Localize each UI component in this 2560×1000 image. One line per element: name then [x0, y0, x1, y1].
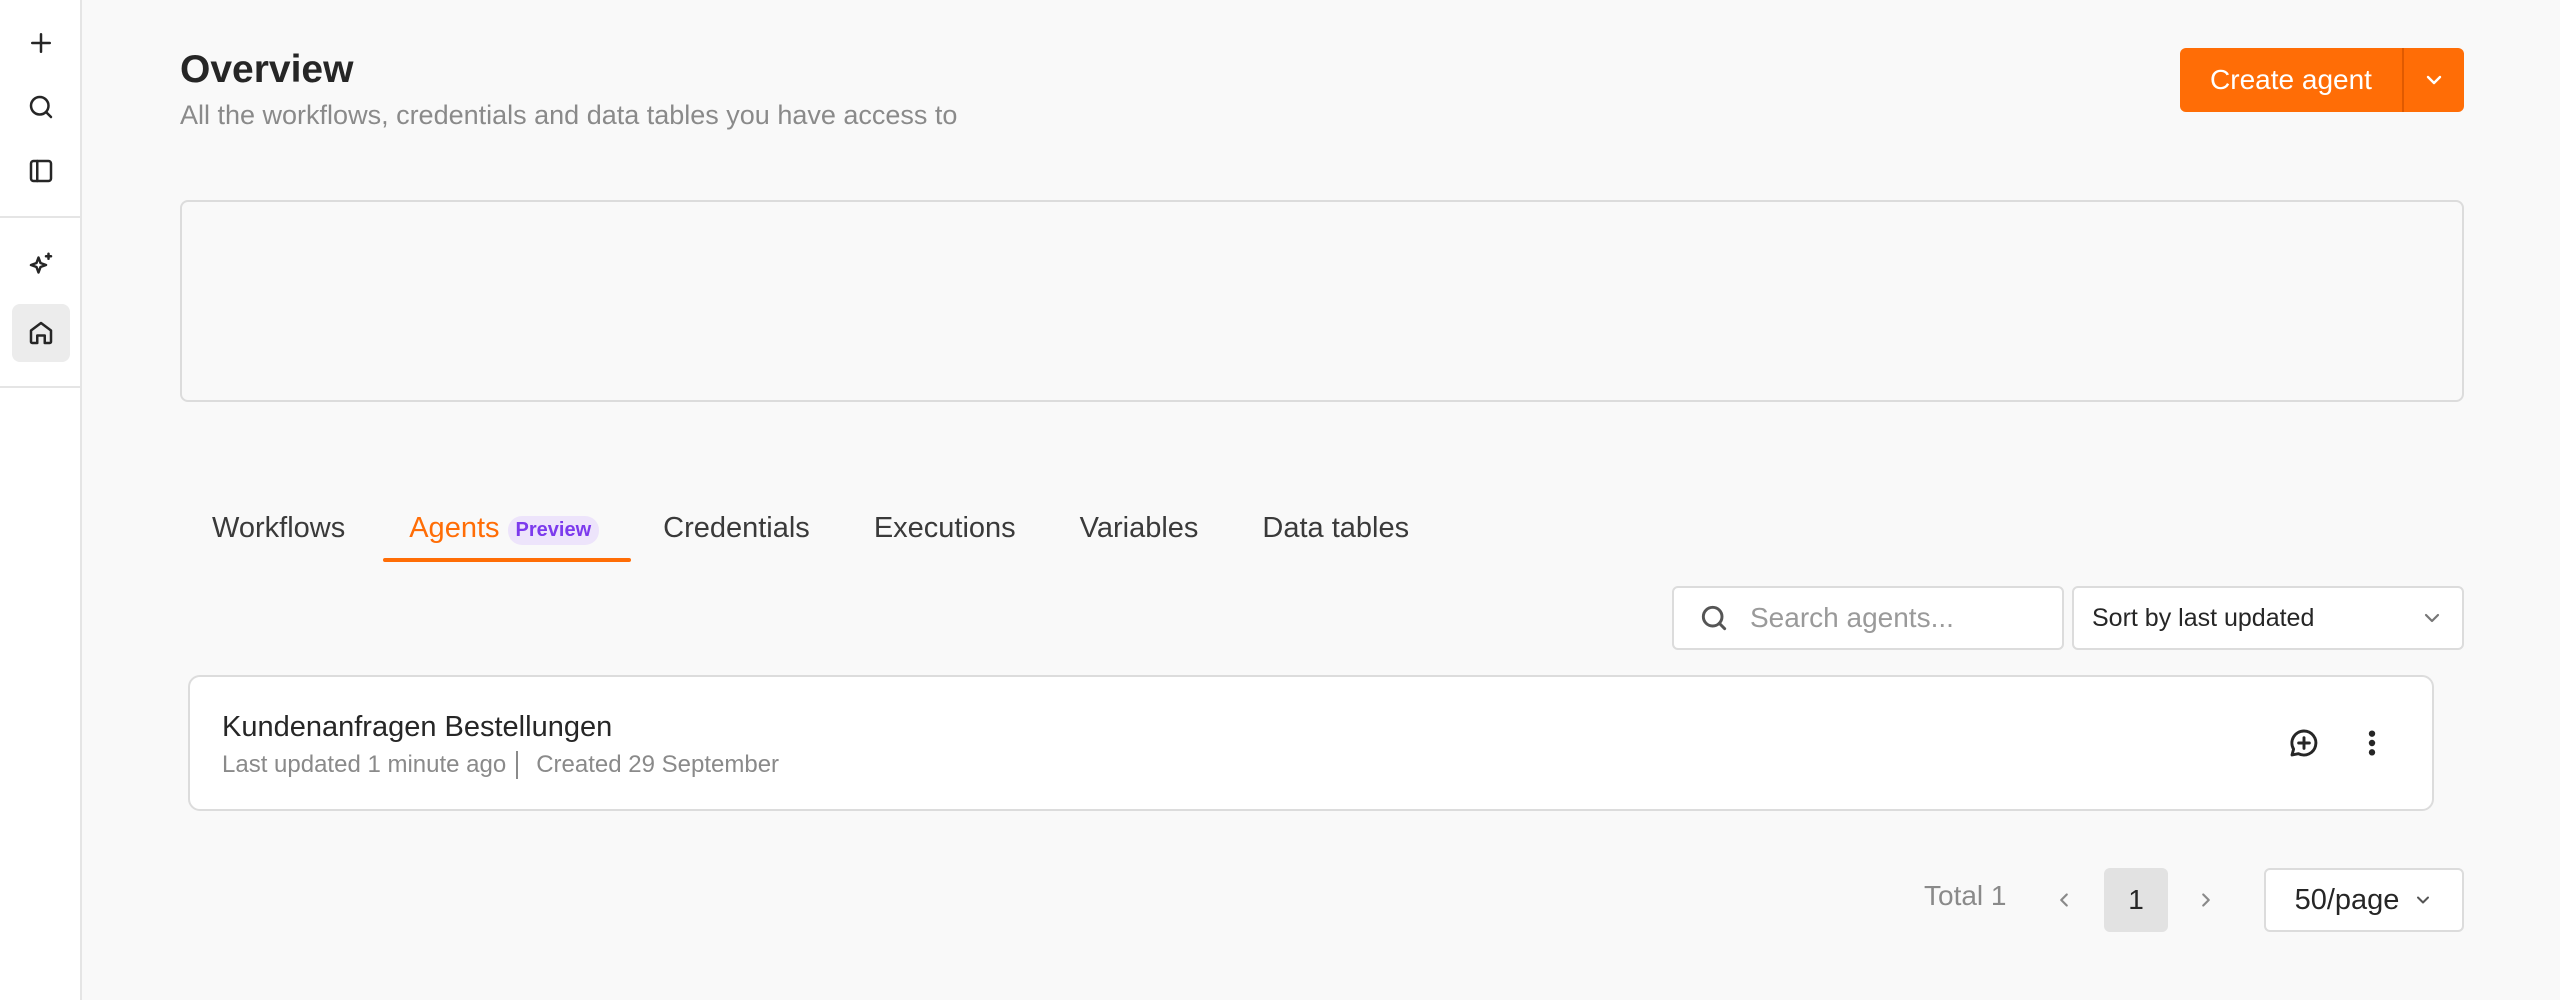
sort-value: Sort by last updated	[2092, 603, 2315, 632]
agent-card[interactable]: Kundenanfragen Bestellungen Last updated…	[188, 675, 2434, 811]
agent-name[interactable]: Kundenanfragen Bestellungen	[222, 711, 612, 744]
chevron-down-icon	[2417, 896, 2430, 904]
sidebar-item-home[interactable]	[12, 304, 70, 362]
tab-bar: Workflows Agents Preview Credentials Exec…	[180, 498, 1441, 564]
prev-page-button[interactable]	[2046, 880, 2082, 920]
search-button[interactable]	[12, 78, 70, 136]
tab-label: Workflows	[212, 512, 346, 544]
sidebar-divider	[0, 216, 80, 218]
chevron-right-icon	[2202, 893, 2210, 907]
create-options-dropdown[interactable]	[2402, 48, 2464, 112]
total-count: Total 1	[1924, 880, 2007, 911]
preview-badge: Preview	[507, 516, 600, 545]
agent-meta: Last updated 1 minute ago Created 29 Sep…	[222, 751, 779, 779]
toggle-sidebar-button[interactable]	[12, 142, 70, 200]
chevron-down-icon	[2426, 75, 2442, 85]
tab-credentials[interactable]: Credentials	[631, 498, 842, 564]
search-icon	[29, 95, 53, 119]
tab-variables[interactable]: Variables	[1048, 498, 1231, 564]
sort-select[interactable]: Sort by last updated	[2072, 586, 2464, 650]
tab-data-tables[interactable]: Data tables	[1230, 498, 1441, 564]
last-updated-text: Last updated 1 minute ago	[222, 751, 507, 778]
create-agent-button[interactable]: Create agent	[2180, 48, 2402, 112]
page-title: Overview	[180, 48, 354, 91]
next-page-button[interactable]	[2188, 880, 2224, 920]
page-subtitle: All the workflows, credentials and data …	[180, 100, 958, 130]
panel-toggle-icon	[29, 159, 53, 183]
new-item-button[interactable]	[12, 14, 70, 72]
home-icon	[29, 321, 53, 345]
search-box	[1672, 586, 2064, 650]
tab-workflows[interactable]: Workflows	[180, 498, 377, 564]
create-button-group: Create agent	[2180, 48, 2464, 112]
start-chat-button[interactable]	[2284, 723, 2324, 763]
more-options-button[interactable]	[2352, 723, 2392, 763]
ai-assistant-button[interactable]	[12, 236, 70, 294]
tab-label: Credentials	[663, 512, 810, 544]
tab-label: Variables	[1079, 512, 1199, 544]
sidebar	[0, 0, 82, 1000]
overview-panel	[180, 200, 2464, 402]
page-size-select[interactable]: 50/page	[2264, 868, 2464, 932]
chevron-left-icon	[2060, 893, 2068, 907]
sidebar-divider	[0, 386, 80, 388]
created-text: Created 29 September	[536, 751, 780, 778]
search-input[interactable]	[1750, 602, 2050, 634]
sparkles-icon	[29, 252, 53, 274]
plus-icon	[31, 33, 51, 53]
tab-label: Agents	[409, 512, 500, 544]
meta-divider	[516, 751, 519, 779]
page-number-button[interactable]: 1	[2104, 868, 2168, 932]
chevron-down-icon	[2424, 613, 2440, 623]
page-size-value: 50/page	[2294, 883, 2400, 916]
tab-label: Executions	[873, 512, 1016, 544]
more-vertical-icon	[2368, 730, 2376, 756]
chat-plus-icon	[2290, 729, 2318, 757]
tab-executions[interactable]: Executions	[842, 498, 1048, 564]
tab-agents[interactable]: Agents Preview	[377, 498, 632, 564]
search-icon	[1701, 605, 1727, 631]
tab-label: Data tables	[1262, 512, 1410, 544]
